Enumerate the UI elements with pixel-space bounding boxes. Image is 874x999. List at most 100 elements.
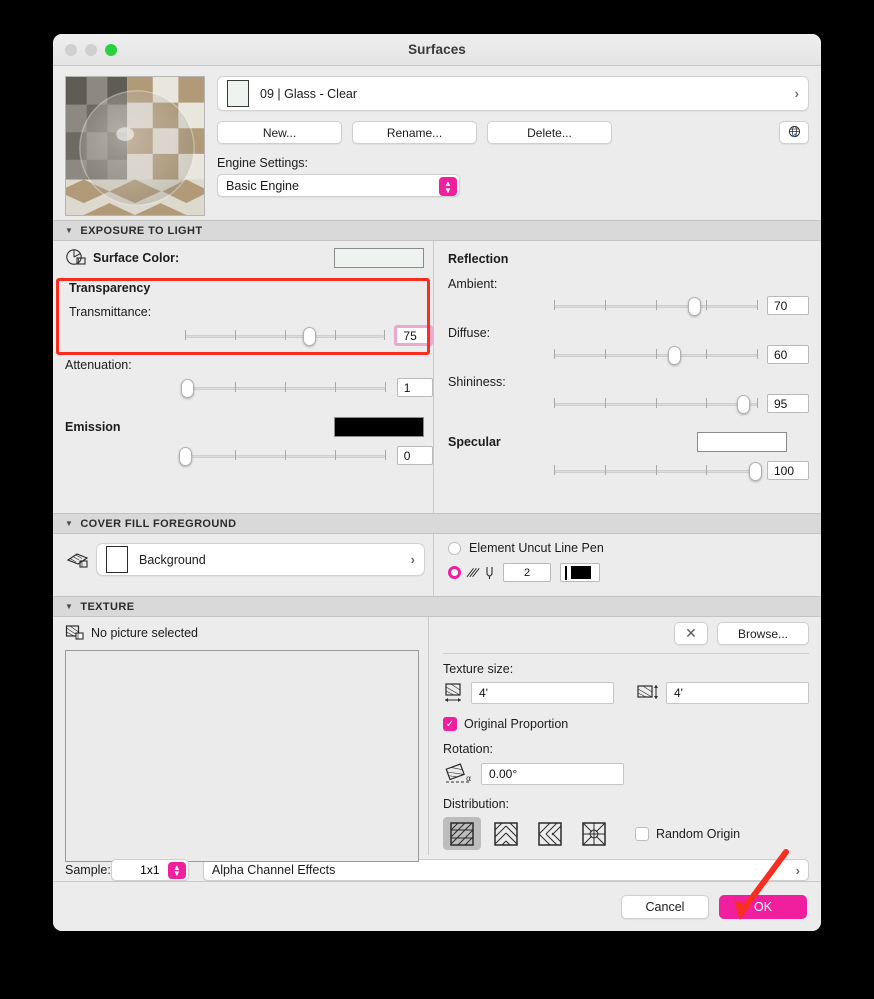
attenuation-value[interactable]: 1 (396, 378, 433, 397)
texture-columns: No picture selected ✕ Browse... Texture … (53, 617, 821, 862)
pen-color-preview[interactable] (560, 563, 600, 582)
cover-fill-columns: Background › Element Uncut Line Pen 2 (53, 534, 821, 596)
attenuation-row: 1 (65, 378, 433, 398)
transmittance-row: 75 (69, 325, 433, 346)
distribution-normal-icon (450, 821, 474, 846)
shininess-value[interactable]: 95 (767, 394, 809, 413)
surface-name: 09 | Glass - Clear (260, 86, 358, 101)
rotation-label: Rotation: (443, 742, 494, 756)
dialog-body: 09 | Glass - Clear › New... Rename... De… (53, 66, 821, 931)
original-proportion-row[interactable]: ✓ Original Proportion (443, 717, 809, 731)
cover-fill-swatch (106, 546, 128, 573)
diffuse-value[interactable]: 60 (767, 345, 809, 364)
chevron-right-icon: › (795, 862, 800, 878)
engine-settings-select[interactable]: Basic Engine ▲ ▼ (217, 174, 460, 197)
sample-label: Sample: (65, 863, 111, 877)
texture-height-field[interactable]: 4' (666, 682, 809, 704)
rename-button[interactable]: Rename... (352, 121, 477, 144)
section-title-texture: TEXTURE (80, 600, 135, 613)
alpha-channel-effects-button[interactable]: Alpha Channel Effects › (202, 859, 809, 881)
section-header-texture[interactable]: ▼ TEXTURE (53, 596, 821, 617)
surface-color-swatch[interactable] (334, 248, 424, 268)
emission-label: Emission (65, 420, 121, 434)
slider-thumb[interactable] (748, 461, 762, 481)
specular-slider[interactable] (554, 461, 762, 481)
attenuation-slider[interactable] (180, 378, 386, 398)
ambient-slider[interactable] (554, 296, 758, 316)
distribution-mirrored-icon (494, 821, 518, 846)
specular-value[interactable]: 100 (767, 461, 809, 480)
custom-pen-radio[interactable] (448, 566, 461, 579)
delete-button[interactable]: Delete... (487, 121, 612, 144)
exposure-columns: Surface Color: Transparency Transmittanc… (53, 241, 821, 513)
distribution-option-rotated[interactable] (531, 817, 569, 850)
texture-actions-row: ✕ Browse... (443, 622, 809, 645)
rotation-field[interactable]: 0.00° (481, 763, 624, 785)
surface-swatch (227, 80, 249, 107)
specular-color-swatch[interactable] (697, 432, 787, 452)
cover-fill-left: Background › (53, 534, 433, 596)
slider-thumb[interactable] (302, 326, 316, 346)
pen-number-field[interactable]: 2 (503, 563, 551, 582)
globe-icon[interactable] (779, 121, 809, 144)
slider-thumb[interactable] (688, 296, 702, 316)
window-titlebar: Surfaces (53, 34, 821, 66)
new-button[interactable]: New... (217, 121, 342, 144)
slider-thumb[interactable] (179, 446, 192, 466)
pen-color-swatch (571, 566, 591, 579)
texture-preview-area[interactable] (65, 650, 419, 862)
uncut-pen-row: Element Uncut Line Pen (448, 541, 809, 555)
ok-button[interactable]: OK (719, 894, 807, 919)
clear-texture-button[interactable]: ✕ (674, 622, 708, 645)
svg-text:α: α (466, 774, 471, 783)
section-header-exposure[interactable]: ▼ EXPOSURE TO LIGHT (53, 220, 821, 241)
random-origin-checkbox[interactable] (635, 826, 649, 841)
surface-top-area: 09 | Glass - Clear › New... Rename... De… (53, 66, 821, 220)
slider-thumb[interactable] (180, 378, 194, 398)
ambient-row: 70 (448, 296, 809, 316)
texture-height-icon (637, 685, 658, 699)
texture-left: No picture selected (53, 617, 428, 862)
specular-label: Specular (448, 435, 501, 449)
distribution-option-mirrored[interactable] (487, 817, 525, 850)
distribution-option-normal[interactable] (443, 817, 481, 850)
section-title-exposure: EXPOSURE TO LIGHT (80, 224, 203, 237)
specular-slider-row: 100 (448, 461, 809, 481)
chevron-right-icon: › (794, 86, 799, 101)
stepper-arrows-icon: ▲ ▼ (439, 177, 457, 196)
transmittance-slider[interactable] (185, 326, 386, 346)
texture-right: ✕ Browse... Texture size: 4' 4' ✓ Origin… (428, 617, 821, 855)
browse-button[interactable]: Browse... (717, 622, 809, 645)
slider-thumb[interactable] (736, 394, 750, 414)
texture-size-row: 4' 4' (443, 682, 809, 704)
sample-select[interactable]: 1x1 ▲ ▼ (110, 859, 189, 881)
dialog-footer: Cancel OK (53, 881, 821, 931)
transmittance-value[interactable]: 75 (394, 325, 433, 346)
section-header-cover-fill[interactable]: ▼ COVER FILL FOREGROUND (53, 513, 821, 534)
texture-width-field[interactable]: 4' (471, 682, 614, 704)
reflection-title: Reflection (448, 252, 509, 266)
distribution-label: Distribution: (443, 797, 509, 811)
emission-slider[interactable] (179, 446, 386, 466)
surface-selector[interactable]: 09 | Glass - Clear › (217, 76, 809, 111)
exposure-left-column: Surface Color: Transparency Transmittanc… (53, 241, 433, 513)
surface-preview-thumbnail (65, 76, 205, 216)
distribution-option-random[interactable] (575, 817, 613, 850)
ambient-value[interactable]: 70 (767, 296, 809, 315)
slider-thumb[interactable] (667, 345, 681, 365)
attenuation-label: Attenuation: (65, 358, 132, 372)
texture-image-icon (65, 625, 84, 640)
emission-value[interactable]: 0 (396, 446, 433, 465)
cover-fill-selector[interactable]: Background › (96, 543, 425, 576)
cancel-button[interactable]: Cancel (621, 894, 709, 919)
original-proportion-checkbox[interactable]: ✓ (443, 717, 457, 731)
emission-color-swatch[interactable] (334, 417, 424, 437)
random-origin-label: Random Origin (656, 826, 741, 841)
pen-tip-icon (486, 566, 493, 579)
hatch-lines-icon (466, 567, 480, 577)
element-uncut-line-pen-radio[interactable] (448, 541, 461, 555)
random-origin-row[interactable]: Random Origin (635, 826, 741, 841)
shininess-slider[interactable] (554, 394, 758, 414)
diffuse-slider[interactable] (554, 345, 758, 365)
surface-button-row: New... Rename... Delete... (217, 121, 809, 144)
